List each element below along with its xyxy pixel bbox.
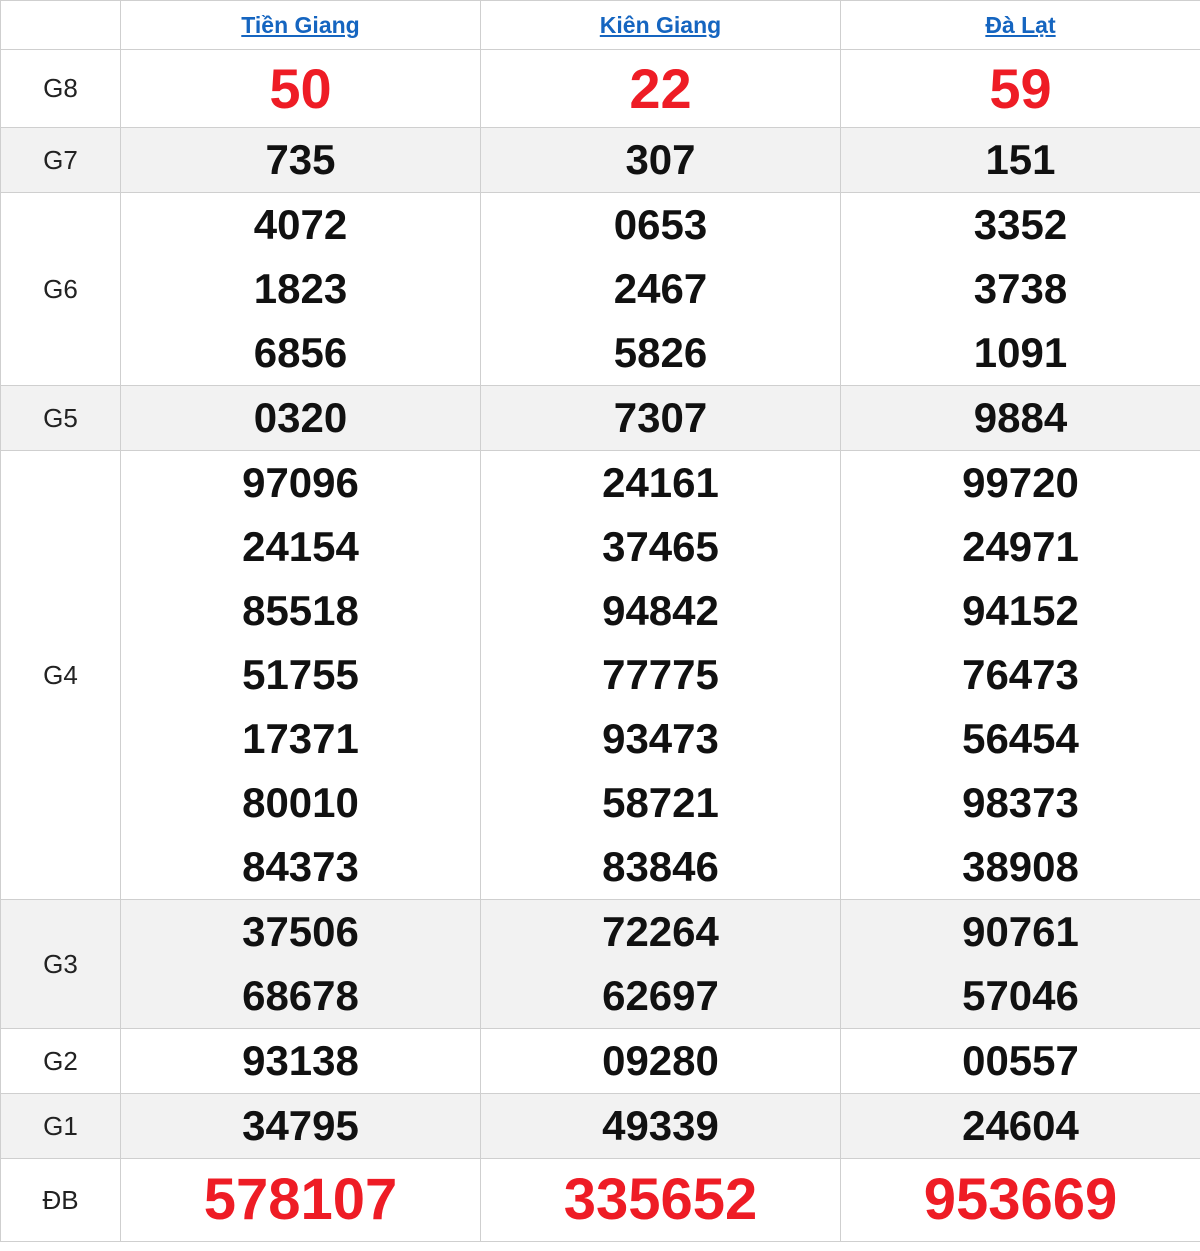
prize-number: 90761 [962, 908, 1079, 955]
province-link-kien-giang[interactable]: Kiên Giang [600, 12, 721, 38]
prize-number: 99720 [962, 459, 1079, 506]
prize-number: 94842 [602, 587, 719, 634]
prize-number: 57046 [962, 972, 1079, 1019]
special-prize-number: 953669 [923, 1167, 1118, 1232]
prize-number: 77775 [602, 651, 719, 698]
prize-number: 37506 [242, 908, 359, 955]
prize-number: 1091 [973, 329, 1068, 376]
prize-number: 83846 [602, 843, 719, 890]
prize-row-g6: G6 4072 1823 6856 0653 2467 5826 3352 37… [0, 192, 1200, 386]
prize-number: 0653 [613, 201, 708, 248]
prize-number: 17371 [242, 715, 359, 762]
prize-number: 37465 [602, 523, 719, 570]
prize-number: 151 [985, 136, 1056, 183]
prize-label: G3 [0, 899, 121, 1029]
prize-number: 58721 [602, 779, 719, 826]
prize-number: 59 [989, 56, 1052, 120]
prize-number: 68678 [242, 972, 359, 1019]
prize-number: 24971 [962, 523, 1079, 570]
prize-number: 7307 [613, 394, 708, 441]
prize-number: 1823 [253, 265, 348, 312]
prize-row-special: ĐB 578107 335652 953669 [0, 1158, 1200, 1242]
prize-number: 22 [629, 56, 692, 120]
province-link-tien-giang[interactable]: Tiền Giang [241, 12, 359, 38]
prize-number: 6856 [253, 329, 348, 376]
header-row: Tiền Giang Kiên Giang Đà Lạt [0, 0, 1200, 50]
prize-number: 3738 [973, 265, 1068, 312]
prize-number: 51755 [242, 651, 359, 698]
special-prize-number: 335652 [563, 1167, 758, 1232]
province-link-da-lat[interactable]: Đà Lạt [985, 12, 1055, 38]
prize-number: 0320 [253, 394, 348, 441]
lottery-results-table: Tiền Giang Kiên Giang Đà Lạt G8 50 22 59… [0, 0, 1200, 1242]
prize-label: G5 [0, 385, 121, 451]
prize-number: 2467 [613, 265, 708, 312]
header-corner [0, 0, 121, 50]
prize-number: 94152 [962, 587, 1079, 634]
prize-number: 00557 [962, 1037, 1079, 1084]
prize-row-g3: G3 37506 68678 72264 62697 90761 57046 [0, 899, 1200, 1029]
prize-number: 84373 [242, 843, 359, 890]
prize-number: 34795 [242, 1102, 359, 1149]
prize-number: 24154 [242, 523, 359, 570]
prize-label: G4 [0, 450, 121, 900]
prize-row-g7: G7 735 307 151 [0, 127, 1200, 193]
prize-number: 50 [269, 56, 332, 120]
prize-number: 93138 [242, 1037, 359, 1084]
prize-number: 24604 [962, 1102, 1079, 1149]
prize-number: 72264 [602, 908, 719, 955]
prize-row-g1: G1 34795 49339 24604 [0, 1093, 1200, 1159]
prize-number: 5826 [613, 329, 708, 376]
prize-number: 49339 [602, 1102, 719, 1149]
prize-number: 76473 [962, 651, 1079, 698]
prize-number: 9884 [973, 394, 1068, 441]
prize-number: 735 [265, 136, 336, 183]
prize-number: 98373 [962, 779, 1079, 826]
prize-row-g5: G5 0320 7307 9884 [0, 385, 1200, 451]
prize-label: ĐB [0, 1158, 121, 1242]
prize-label: G7 [0, 127, 121, 193]
prize-number: 3352 [973, 201, 1068, 248]
prize-number: 38908 [962, 843, 1079, 890]
prize-row-g2: G2 93138 09280 00557 [0, 1028, 1200, 1094]
prize-row-g8: G8 50 22 59 [0, 49, 1200, 128]
prize-number: 4072 [253, 201, 348, 248]
prize-number: 62697 [602, 972, 719, 1019]
prize-number: 307 [625, 136, 696, 183]
prize-number: 80010 [242, 779, 359, 826]
prize-label: G6 [0, 192, 121, 386]
prize-label: G2 [0, 1028, 121, 1094]
prize-number: 56454 [962, 715, 1079, 762]
prize-number: 97096 [242, 459, 359, 506]
prize-number: 93473 [602, 715, 719, 762]
special-prize-number: 578107 [203, 1167, 398, 1232]
prize-number: 09280 [602, 1037, 719, 1084]
prize-label: G1 [0, 1093, 121, 1159]
prize-row-g4: G4 97096 24154 85518 51755 17371 80010 8… [0, 450, 1200, 900]
prize-number: 85518 [242, 587, 359, 634]
prize-label: G8 [0, 49, 121, 128]
prize-number: 24161 [602, 459, 719, 506]
